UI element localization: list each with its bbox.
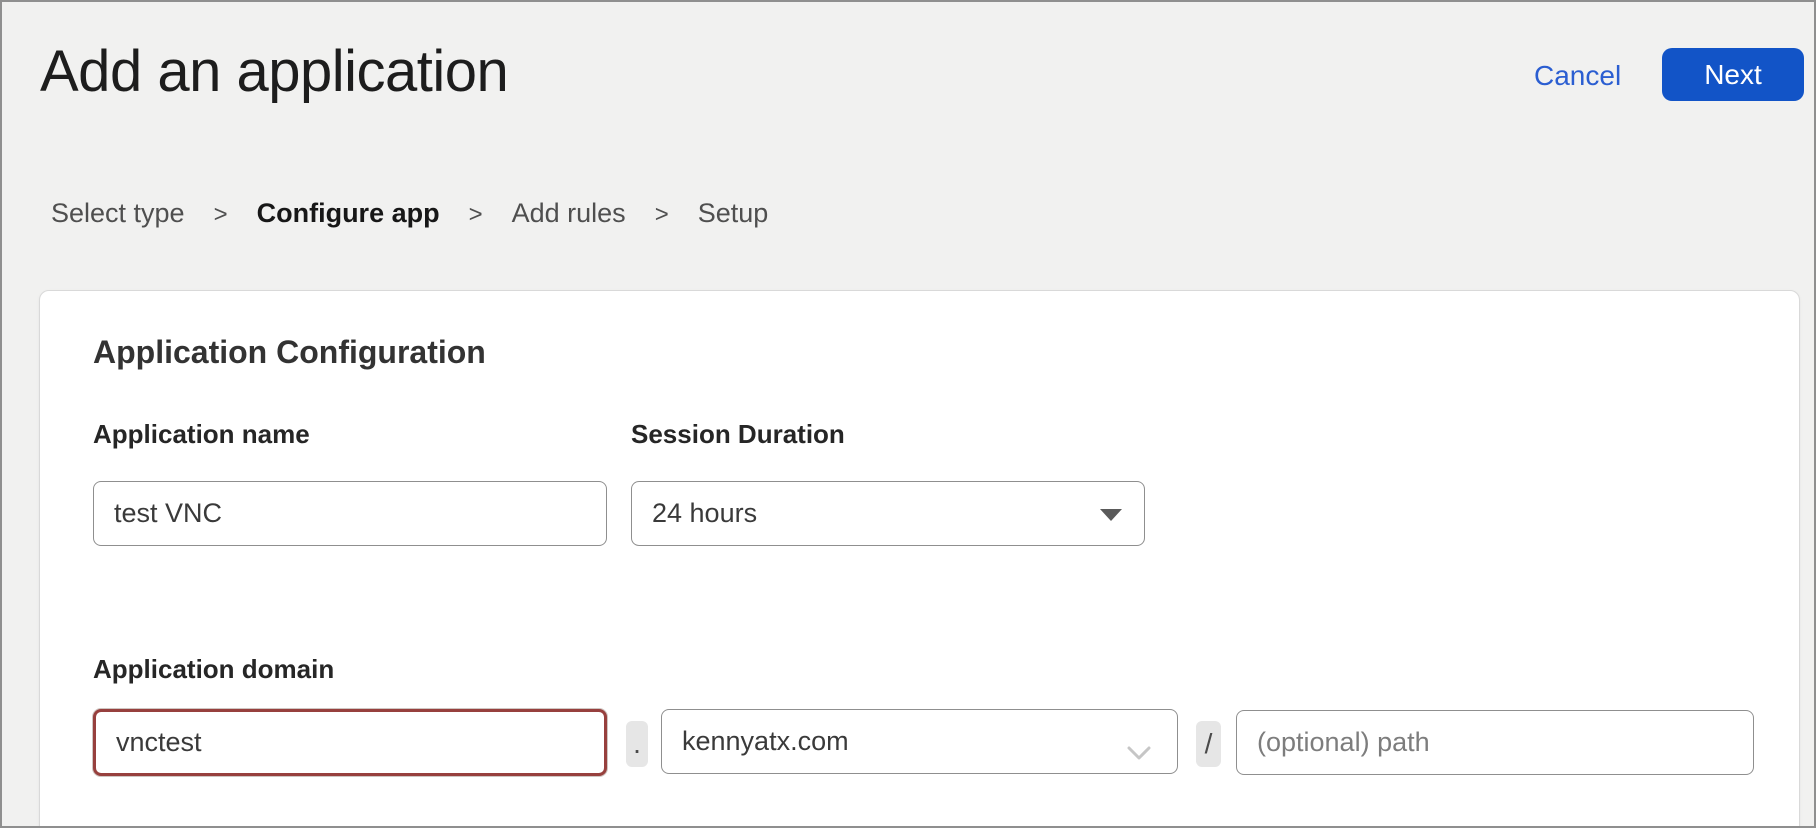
breadcrumb-step-add-rules[interactable]: Add rules — [512, 198, 626, 229]
application-name-label: Application name — [93, 419, 310, 450]
dropdown-caret-icon — [1100, 509, 1122, 521]
session-duration-label: Session Duration — [631, 419, 845, 450]
domain-select[interactable]: kennyatx.com — [661, 709, 1178, 774]
add-application-page: Add an application Cancel Next Select ty… — [0, 0, 1816, 828]
cancel-button[interactable]: Cancel — [1534, 60, 1621, 92]
dot-separator: . — [626, 721, 648, 767]
breadcrumb-step-configure-app[interactable]: Configure app — [257, 198, 440, 229]
next-button[interactable]: Next — [1662, 48, 1804, 101]
session-duration-select[interactable]: 24 hours — [631, 481, 1145, 546]
breadcrumb-step-setup[interactable]: Setup — [698, 198, 769, 229]
path-input[interactable] — [1236, 710, 1754, 775]
breadcrumb-separator: > — [214, 201, 228, 229]
application-name-input[interactable] — [93, 481, 607, 546]
slash-separator: / — [1196, 721, 1221, 767]
chevron-down-icon — [1127, 736, 1151, 767]
breadcrumb-separator: > — [655, 201, 669, 229]
breadcrumb: Select type > Configure app > Add rules … — [51, 198, 768, 229]
subdomain-input[interactable] — [93, 709, 607, 776]
session-duration-value: 24 hours — [652, 498, 757, 529]
breadcrumb-separator: > — [469, 201, 483, 229]
section-title: Application Configuration — [93, 334, 486, 371]
page-title: Add an application — [40, 38, 508, 105]
application-configuration-card: Application Configuration Application na… — [39, 290, 1800, 828]
domain-select-value: kennyatx.com — [682, 726, 849, 757]
breadcrumb-step-select-type[interactable]: Select type — [51, 198, 185, 229]
application-domain-label: Application domain — [93, 654, 334, 685]
